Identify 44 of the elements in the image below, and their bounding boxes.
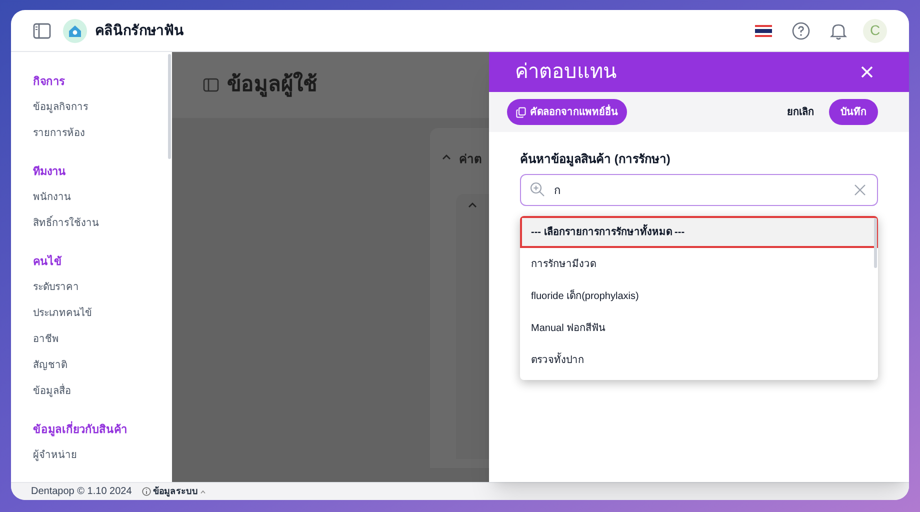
drawer-title: ค่าตอบแทน [515, 60, 618, 85]
dropdown-option[interactable]: ตรวจทั้งปาก [520, 344, 878, 376]
help-icon[interactable] [792, 22, 810, 40]
sidebar-item[interactable]: สิทธิ์การใช้งาน [33, 216, 172, 232]
collapse-chevron-icon[interactable] [442, 154, 451, 160]
sidebar-item[interactable]: ข้อมูลกิจการ [33, 100, 172, 116]
search-label: ค้นหาข้อมูลสินค้า (การรักษา) [520, 151, 672, 168]
search-field[interactable]: ก [520, 174, 878, 206]
save-button[interactable]: บันทึก [829, 99, 878, 125]
copy-button[interactable]: คัดลอกจากแพทย์อื่น [507, 99, 627, 125]
dropdown-option[interactable]: Manual ฟอกสีฟัน [520, 312, 878, 344]
system-info-button[interactable]: ข้อมูลระบบ [142, 484, 206, 498]
caret-icon [200, 490, 206, 494]
sidebar-item[interactable]: พนักงาน [33, 190, 172, 206]
bell-icon[interactable] [830, 22, 847, 40]
dropdown-option[interactable]: --- เลือกรายการการรักษาทั้งหมด --- [520, 216, 878, 248]
zoom-in-icon [530, 182, 545, 197]
collapse-chevron-icon[interactable] [468, 202, 477, 208]
house-logo-icon [63, 18, 87, 42]
sidebar-item[interactable]: รายการห้อง [33, 126, 172, 142]
sidebar-item[interactable]: ผู้จำหน่าย [33, 448, 172, 464]
card-heading: ค่าต [459, 151, 482, 168]
copy-icon [516, 106, 526, 118]
info-icon [142, 487, 151, 496]
app-title: คลินิกรักษาฟัน [95, 21, 184, 40]
sidebar-section-title: ทีมงาน [33, 164, 67, 180]
sidebar-item[interactable]: ระดับราคา [33, 280, 172, 296]
version-text: Dentapop © 1.10 2024 [31, 485, 132, 499]
flag-icon[interactable] [755, 24, 772, 36]
clear-icon[interactable] [854, 184, 866, 196]
sidebar-item[interactable]: สัญชาติ [33, 358, 172, 374]
sidebar-panel-icon [203, 78, 219, 92]
page-title: ข้อมูลผู้ใช้ [227, 70, 317, 99]
sidebar-item[interactable]: ข้อมูลสื่อ [33, 384, 172, 400]
dropdown-option[interactable]: fluoride เด็ก(prophylaxis) [520, 280, 878, 312]
sidebar-section-title: ข้อมูลเกี่ยวกับสินค้า [33, 422, 172, 438]
sidebar-toggle-icon[interactable] [33, 22, 51, 38]
close-icon[interactable] [861, 66, 873, 78]
sidebar-item[interactable]: ประเภทคนไข้ [33, 306, 172, 322]
sidebar-section-title: กิจการ [33, 74, 66, 90]
cancel-button[interactable]: ยกเลิก [787, 104, 814, 120]
dropdown-option[interactable]: การรักษามีงวด [520, 248, 878, 280]
sidebar-item[interactable]: อาชีพ [33, 332, 172, 348]
sidebar-section-title: คนไข้ [33, 254, 63, 270]
